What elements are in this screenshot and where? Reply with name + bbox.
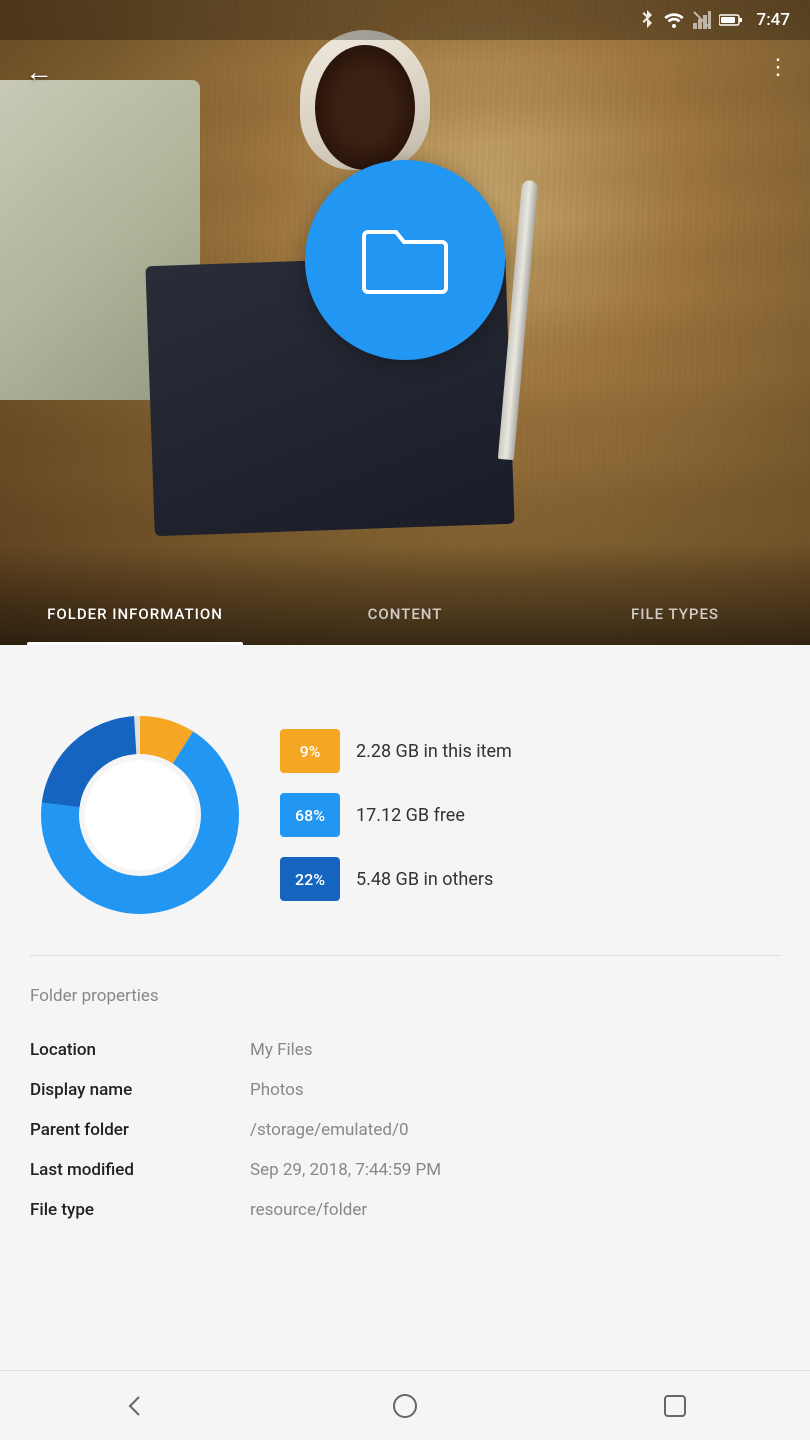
bluetooth-icon xyxy=(639,10,655,30)
content-area: 9% 2.28 GB in this item 68% 17.12 GB fre… xyxy=(0,645,810,1350)
legend-badge-free: 68% xyxy=(280,793,340,837)
property-value-display-name: Photos xyxy=(250,1080,780,1100)
property-row-file-type: File type resource/folder xyxy=(30,1190,780,1230)
property-label-parent-folder: Parent folder xyxy=(30,1120,230,1140)
property-row-location: Location My Files xyxy=(30,1030,780,1070)
bottom-navigation xyxy=(0,1370,810,1440)
nav-recent-button[interactable] xyxy=(645,1376,705,1436)
wifi-icon xyxy=(663,12,685,28)
folder-icon xyxy=(360,224,450,296)
nav-home-button[interactable] xyxy=(375,1376,435,1436)
battery-icon xyxy=(719,13,743,27)
bottom-spacer xyxy=(30,1250,780,1330)
hero-section: 7:47 ← ⋮ FOLDER INFORMATION CONTENT FILE… xyxy=(0,0,810,645)
property-label-last-modified: Last modified xyxy=(30,1160,230,1180)
storage-chart-section: 9% 2.28 GB in this item 68% 17.12 GB fre… xyxy=(30,675,780,945)
section-title: Folder properties xyxy=(30,986,780,1006)
status-bar: 7:47 xyxy=(0,0,810,40)
more-options-button[interactable]: ⋮ xyxy=(767,55,790,80)
legend-item-others: 22% 5.48 GB in others xyxy=(280,857,780,901)
property-row-last-modified: Last modified Sep 29, 2018, 7:44:59 PM xyxy=(30,1150,780,1190)
nav-back-button[interactable] xyxy=(105,1376,165,1436)
storage-legend: 9% 2.28 GB in this item 68% 17.12 GB fre… xyxy=(280,729,780,901)
property-value-last-modified: Sep 29, 2018, 7:44:59 PM xyxy=(250,1160,780,1180)
property-value-parent-folder: /storage/emulated/0 xyxy=(250,1120,780,1140)
donut-chart xyxy=(30,705,250,925)
status-icons: 7:47 xyxy=(639,10,790,30)
tab-content[interactable]: CONTENT xyxy=(270,605,540,645)
property-label-display-name: Display name xyxy=(30,1080,230,1100)
status-time: 7:47 xyxy=(757,10,790,30)
coffee-cup-decoration xyxy=(300,30,430,170)
legend-badge-this: 9% xyxy=(280,729,340,773)
tab-bar: FOLDER INFORMATION CONTENT FILE TYPES xyxy=(0,545,810,645)
legend-item-this: 9% 2.28 GB in this item xyxy=(280,729,780,773)
folder-properties-section: Folder properties Location My Files Disp… xyxy=(30,966,780,1250)
property-value-file-type: resource/folder xyxy=(250,1200,780,1220)
legend-text-others: 5.48 GB in others xyxy=(356,869,493,890)
legend-text-free: 17.12 GB free xyxy=(356,805,465,826)
legend-item-free: 68% 17.12 GB free xyxy=(280,793,780,837)
legend-text-this: 2.28 GB in this item xyxy=(356,741,512,762)
tab-folder-information[interactable]: FOLDER INFORMATION xyxy=(0,605,270,645)
property-row-display-name: Display name Photos xyxy=(30,1070,780,1110)
signal-icon xyxy=(693,11,711,29)
back-button[interactable]: ← xyxy=(25,55,53,88)
property-row-parent-folder: Parent folder /storage/emulated/0 xyxy=(30,1110,780,1150)
property-label-file-type: File type xyxy=(30,1200,230,1220)
folder-icon-circle xyxy=(305,160,505,360)
legend-badge-others: 22% xyxy=(280,857,340,901)
tab-file-types[interactable]: FILE TYPES xyxy=(540,605,810,645)
property-label-location: Location xyxy=(30,1040,230,1060)
property-value-location: My Files xyxy=(250,1040,780,1060)
section-divider xyxy=(30,955,780,956)
